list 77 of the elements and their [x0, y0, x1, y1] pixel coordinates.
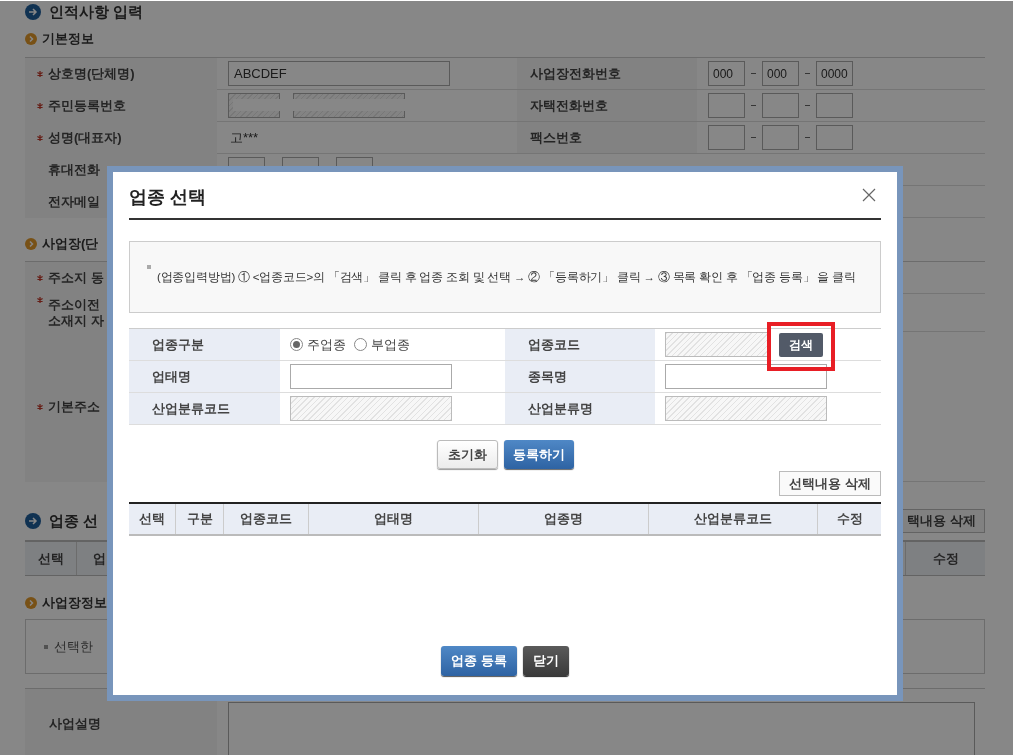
field-label: 성명(대표자) [48, 129, 122, 148]
bullet-icon [147, 265, 151, 269]
register-button[interactable]: 업종 등록 [441, 646, 517, 676]
column-header: 선택 [129, 504, 176, 534]
input-field[interactable] [816, 93, 853, 118]
search-button[interactable]: 검색 [779, 332, 823, 357]
dash-separator [751, 73, 756, 74]
input-field[interactable] [290, 364, 452, 389]
chevron-circle-icon [25, 33, 37, 45]
field-label: 사업장전화번호 [530, 64, 621, 83]
field-label: 산업분류명 [528, 399, 593, 418]
field-label: 업종구분 [152, 335, 204, 354]
radio-label: 부업종 [371, 335, 410, 354]
arrow-circle-icon [25, 4, 41, 20]
field-label: 소재지 자 [48, 313, 104, 329]
column-header: 수정 [835, 510, 864, 529]
section-heading: 기본정보 [42, 30, 94, 49]
field-label: 종목명 [528, 367, 567, 386]
dialog-title: 업종 선택 [129, 186, 206, 209]
field-label: 팩스번호 [530, 128, 582, 147]
input-field[interactable] [708, 93, 745, 118]
page-title: 인적사항 입력 [49, 1, 144, 22]
input-field[interactable]: ABCDEF [228, 61, 450, 86]
dash-separator [805, 73, 810, 74]
input-field[interactable] [665, 364, 827, 389]
field-label: 주소이전 [48, 297, 101, 313]
field-label: 기본주소 [48, 398, 100, 417]
field-label: 업태명 [152, 367, 191, 386]
field-label: 주민등록번호 [48, 97, 126, 116]
column-header: 산업분류코드 [649, 504, 818, 534]
column-header: 선택 [25, 542, 77, 575]
text-area[interactable] [228, 702, 975, 755]
column-header: 업 [92, 549, 106, 568]
add-button[interactable]: 등록하기 [503, 440, 574, 469]
input-field[interactable] [665, 332, 769, 357]
input-field[interactable] [762, 125, 799, 150]
section-title: 업종 선 [49, 510, 99, 531]
field-label: 휴대전화 [48, 161, 100, 180]
bullet-icon [44, 644, 48, 649]
chevron-circle-icon [25, 238, 37, 250]
field-value: 고*** [229, 128, 260, 147]
dash-separator [751, 137, 756, 138]
input-field[interactable] [665, 396, 827, 421]
radio-button[interactable] [290, 338, 303, 351]
field-label: 상호명(단체명) [48, 65, 135, 84]
column-header: 업태명 [309, 504, 479, 534]
delete-selected-button[interactable]: 선택내용 삭제 [779, 471, 881, 496]
section-heading: 사업장정보 [42, 594, 107, 613]
column-header: 업종명 [479, 504, 649, 534]
input-field[interactable] [816, 125, 853, 150]
input-field[interactable]: 000 [708, 61, 745, 86]
dash-separator [805, 137, 810, 138]
field-label: 자택전화번호 [530, 96, 608, 115]
column-header: 수정 [905, 542, 985, 575]
section-heading: 사업장(단 [42, 235, 99, 254]
radio-label: 주업종 [307, 335, 346, 354]
instruction-text: (업종입력방법) ① <업종코드>의 「검색」 클릭 후 업종 조회 및 선택 → ② 「등록하기」 클릭 → ③ 목록 확인 후 「업종 등록」 을 클릭 [157, 270, 856, 285]
input-field[interactable]: 000 [762, 61, 799, 86]
input-field[interactable] [708, 125, 745, 150]
field-label: 산업분류코드 [152, 399, 230, 418]
input-field[interactable] [762, 93, 799, 118]
radio-button[interactable] [354, 338, 367, 351]
column-header: 구분 [176, 504, 224, 534]
note-text: 선택한 [54, 637, 93, 656]
field-label: 업종코드 [528, 335, 580, 354]
dash-separator [751, 105, 756, 106]
input-field[interactable]: 0000 [816, 61, 853, 86]
arrow-circle-icon [25, 513, 41, 529]
input-field[interactable] [290, 396, 452, 421]
field-label: 주소지 동 [48, 269, 104, 288]
reset-button[interactable]: 초기화 [436, 440, 498, 469]
chevron-circle-icon [25, 597, 37, 609]
dash-separator [805, 105, 810, 106]
field-label: 전자메일 [48, 193, 100, 212]
close-button[interactable]: 닫기 [522, 646, 569, 676]
column-header: 업종코드 [224, 504, 309, 534]
field-label: 사업설명 [49, 714, 101, 733]
